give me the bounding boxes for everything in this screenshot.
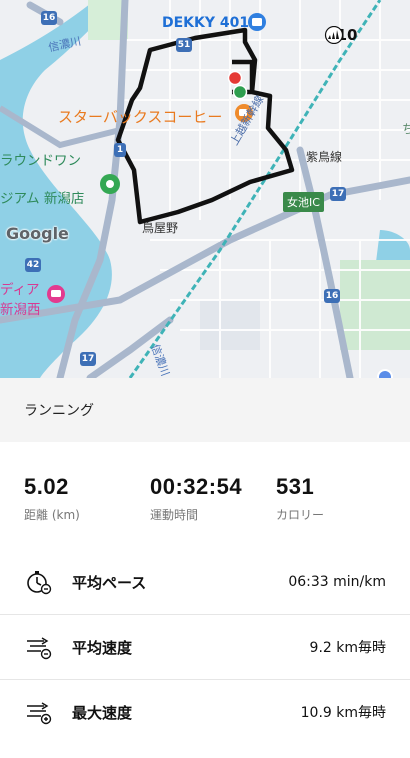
map-label-poi-round1-line2[interactable]: ジアム 新潟店 bbox=[0, 187, 84, 207]
route-shield: 51 bbox=[176, 38, 192, 52]
route-shield: 1 bbox=[114, 143, 126, 157]
route-shield: 17 bbox=[80, 352, 96, 366]
map-label-road: 紫鳥線 bbox=[306, 150, 343, 164]
speed-icon bbox=[27, 637, 52, 660]
route-shield: 16 bbox=[41, 11, 57, 25]
map-label-poi-starbucks[interactable]: スターバックスコーヒー bbox=[58, 106, 222, 127]
map-label-poi-round1-line1[interactable]: ラウンドワン bbox=[0, 149, 81, 169]
activity-title: ランニング bbox=[24, 403, 94, 419]
metric-avg-speed-label: 平均速度 bbox=[72, 638, 133, 657]
stopwatch-icon bbox=[27, 571, 52, 595]
stat-duration-value: 00:32:54 bbox=[150, 474, 243, 499]
stat-distance-value: 5.02 bbox=[24, 474, 69, 499]
map-label-edge: ち bbox=[402, 122, 410, 136]
points-badge[interactable]: +10 bbox=[324, 26, 357, 44]
metric-max-speed: 最大速度 10.9 km毎時 bbox=[0, 679, 410, 744]
max-speed-icon bbox=[27, 702, 52, 725]
google-logo: Google bbox=[6, 224, 69, 243]
summary-stats: 5.02 距離 (km) 00:32:54 運動時間 531 カロリー bbox=[0, 442, 410, 544]
activity-header: ランニング bbox=[0, 378, 410, 442]
activity-panel: ランニング 5.02 距離 (km) 00:32:54 運動時間 531 カロリ… bbox=[0, 378, 410, 758]
metric-max-speed-value: 10.9 km毎時 bbox=[300, 705, 386, 721]
map-label-district: 鳥屋野 bbox=[142, 221, 179, 235]
adidas-icon bbox=[324, 26, 344, 44]
route-shield: 42 bbox=[25, 258, 41, 272]
metric-avg-speed-value: 9.2 km毎時 bbox=[309, 640, 386, 656]
stat-calories: 531 カロリー bbox=[276, 474, 402, 544]
metric-avg-pace-value: 06:33 min/km bbox=[288, 574, 386, 590]
metric-avg-speed: 平均速度 9.2 km毎時 bbox=[0, 614, 410, 679]
route-map[interactable]: 信濃川 DEKKY 401 スターバックスコーヒー ラウンドワン ジアム 新潟店… bbox=[0, 0, 410, 378]
metrics-list: 平均ペース 06:33 min/km 平均速度 9.2 km毎時 最大速度 10… bbox=[0, 550, 410, 744]
stat-calories-value: 531 bbox=[276, 474, 315, 499]
map-label-interchange: 女池IC bbox=[283, 192, 324, 212]
metric-avg-pace-label: 平均ペース bbox=[72, 573, 147, 592]
route-shield: 16 bbox=[324, 289, 340, 303]
map-label-poi-dekky[interactable]: DEKKY 401 bbox=[162, 15, 249, 31]
stat-distance: 5.02 距離 (km) bbox=[24, 474, 150, 544]
metric-max-speed-label: 最大速度 bbox=[72, 703, 133, 722]
stat-duration-label: 運動時間 bbox=[150, 508, 199, 522]
stat-calories-label: カロリー bbox=[276, 508, 325, 522]
stat-duration: 00:32:54 運動時間 bbox=[150, 474, 276, 544]
map-label-poi-hotel-line1[interactable]: ディア bbox=[0, 278, 40, 298]
map-label-poi-hotel-line2[interactable]: 新潟西 bbox=[0, 298, 41, 318]
stat-distance-label: 距離 (km) bbox=[24, 508, 80, 522]
route-shield: 17 bbox=[330, 187, 346, 201]
metric-avg-pace: 平均ペース 06:33 min/km bbox=[0, 550, 410, 614]
